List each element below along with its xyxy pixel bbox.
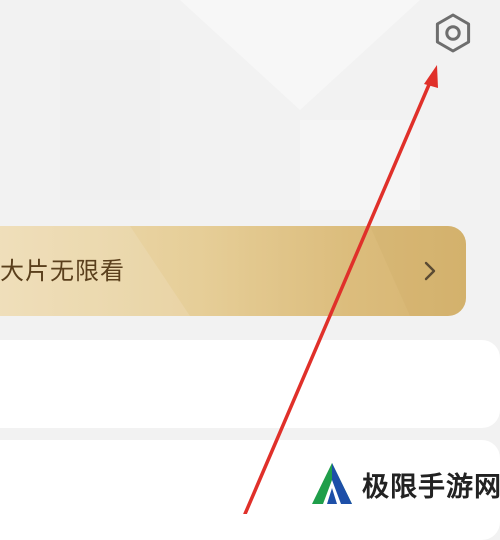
vip-banner[interactable]: 大片无限看 <box>0 226 466 316</box>
chevron-right-icon <box>424 261 436 281</box>
vip-banner-text: 大片无限看 <box>0 257 125 285</box>
watermark-logo-icon <box>312 463 352 504</box>
content-card[interactable] <box>0 340 500 428</box>
gear-icon <box>435 13 471 53</box>
watermark: 极限手游网 <box>308 462 500 506</box>
settings-button[interactable] <box>428 8 478 58</box>
watermark-text: 极限手游网 <box>362 471 500 503</box>
